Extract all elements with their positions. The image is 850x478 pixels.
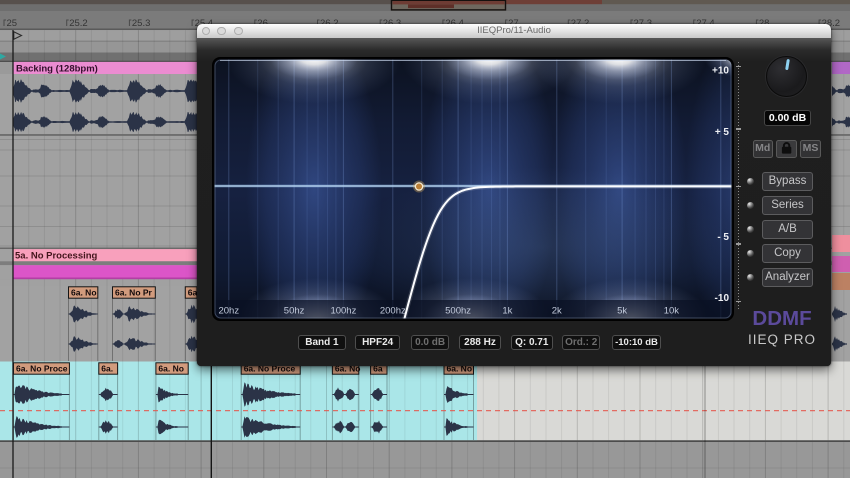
svg-text:5k: 5k [617, 306, 627, 317]
svg-text:6a.: 6a. [101, 364, 113, 374]
svg-text:6a. No: 6a. No [158, 364, 184, 374]
svg-text:25.2: 25.2 [69, 18, 88, 29]
svg-text:10k: 10k [664, 306, 680, 317]
svg-text:50hz: 50hz [284, 306, 305, 317]
svg-text:500hz: 500hz [445, 306, 471, 317]
svg-text:1k: 1k [502, 306, 512, 317]
svg-text:+ 5: + 5 [715, 127, 730, 138]
svg-text:+10: +10 [712, 66, 729, 77]
svg-text:5a. No Processing: 5a. No Processing [15, 251, 98, 262]
svg-text:6a. No: 6a. No [71, 288, 97, 298]
svg-text:- 5: - 5 [717, 232, 729, 243]
svg-text:25: 25 [7, 18, 18, 29]
svg-text:2k: 2k [552, 306, 562, 317]
svg-text:Backing (128bpm): Backing (128bpm) [16, 63, 98, 74]
svg-text:-10: -10 [715, 293, 730, 304]
svg-text:6a. No Pr: 6a. No Pr [115, 288, 153, 298]
svg-text:20hz: 20hz [218, 306, 239, 317]
svg-text:100hz: 100hz [330, 306, 356, 317]
svg-text:25.3: 25.3 [132, 18, 151, 29]
svg-text:6a. No Proce: 6a. No Proce [16, 364, 68, 374]
svg-text:200hz: 200hz [380, 306, 406, 317]
